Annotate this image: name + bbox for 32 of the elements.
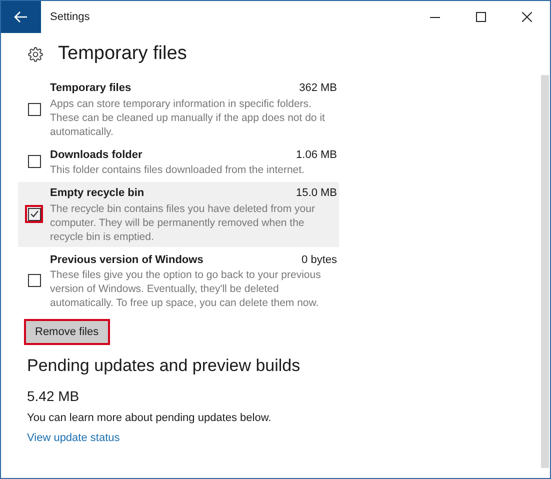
maximize-icon [476,12,486,22]
option-name: Previous version of Windows [50,252,204,268]
option-description: This folder contains files downloaded from the internet. [50,163,306,177]
settings-icon [28,46,43,62]
option-name: Temporary files [50,81,132,96]
window-title: Settings [50,10,90,25]
back-arrow-icon [14,11,28,23]
view-update-status-link[interactable]: View update status [27,431,120,446]
cleanup-option[interactable]: Empty recycle bin 15.0 MB The recycle bin contains files you have deleted from your computer. They will be permanently removed when the recycle bin is emptied. [18,182,339,246]
checkbox[interactable] [25,205,43,224]
pending-size: 5.42 MB [27,387,80,406]
page-title: Temporary files [58,42,187,66]
option-size: 15.0 MB [296,186,337,201]
close-icon [522,12,532,22]
option-description: Apps can store temporary information in specific folders. These can be cleaned up manually if the app does not do it automatically. [50,96,326,138]
option-description: The recycle bin contains files you have deleted from your computer. They will be permanently removed when the recycle bin is emptied. [50,202,316,244]
option-size: 0 bytes [302,252,337,268]
back-button[interactable] [1,1,41,33]
option-size: 362 MB [299,81,337,96]
checkbox[interactable] [25,152,43,171]
minimize-icon [430,16,440,18]
remove-files-button[interactable]: Remove files [24,319,110,346]
section-heading: Pending updates and preview builds [27,355,302,378]
option-name: Empty recycle bin [50,186,144,201]
scrollbar[interactable] [541,75,549,468]
checkmark-icon [30,210,38,218]
option-size: 1.06 MB [296,148,337,162]
checkbox[interactable] [25,272,43,290]
option-description: These files give you the option to go back to your previous version of Windows. Eventually, they'll be deleted automatically. To free up space, you can delete them now. [50,268,322,310]
option-name: Downloads folder [50,148,142,162]
info-text: You can learn more about pending updates below. [27,411,272,426]
checkbox[interactable] [25,100,43,118]
